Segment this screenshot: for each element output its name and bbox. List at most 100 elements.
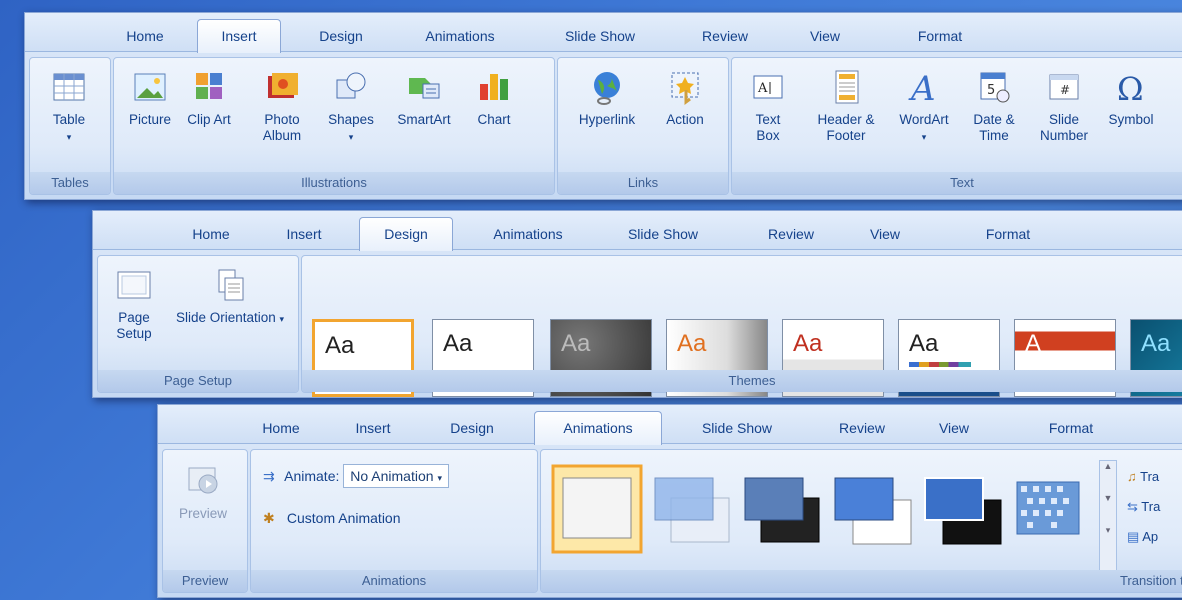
animate-row: ⇉ Animate: No Animation ▾	[263, 464, 449, 488]
group-transition-to-this-slide: ▲ ▼ ▾ ♫ Tra ⇆ Tra ▤ Ap Transition to	[540, 449, 1182, 593]
header-footer-label: Header & Footer	[817, 112, 875, 143]
tab-home[interactable]: Home	[110, 21, 180, 51]
tab-insert[interactable]: Insert	[265, 219, 343, 249]
animate-value: No Animation	[350, 468, 434, 484]
group-preview: Preview Preview	[162, 449, 248, 593]
tab-review[interactable]: Review	[822, 413, 902, 443]
page-setup-button[interactable]: Page Setup	[104, 266, 164, 342]
tab-slide-show[interactable]: Slide Show	[682, 413, 792, 443]
chart-icon	[475, 68, 513, 106]
tab-animations[interactable]: Animations	[534, 411, 662, 445]
transition-fade-smoothly[interactable]	[651, 470, 737, 552]
transition-no-transition[interactable]	[551, 464, 643, 554]
action-button[interactable]: Action	[654, 68, 716, 128]
transition-fade-through-black[interactable]	[741, 470, 827, 552]
svg-text:Ω: Ω	[1117, 70, 1144, 106]
smartart-icon	[405, 68, 443, 106]
group-label-preview: Preview	[163, 570, 247, 592]
picture-button[interactable]: Picture	[120, 68, 180, 128]
tab-insert[interactable]: Insert	[197, 19, 281, 53]
table-icon	[50, 68, 88, 106]
tab-format[interactable]: Format	[1026, 413, 1116, 443]
group-animations: ⇉ Animate: No Animation ▾ ✱ Custom Anima…	[250, 449, 538, 593]
symbol-button[interactable]: Ω Symbol	[1102, 68, 1160, 128]
photo-album-label: Photo Album	[262, 112, 302, 143]
symbol-label: Symbol	[1108, 112, 1154, 127]
gallery-more-icon[interactable]: ▾	[1100, 525, 1116, 536]
tab-animations[interactable]: Animations	[405, 21, 515, 51]
header-footer-button[interactable]: Header & Footer	[808, 68, 884, 144]
svg-text:5: 5	[987, 83, 995, 98]
tab-view[interactable]: View	[795, 21, 855, 51]
photo-album-icon	[263, 68, 301, 106]
group-page-setup: Page Setup Slide Orientation ▾ Page Setu…	[97, 255, 299, 393]
tab-format[interactable]: Format	[895, 21, 985, 51]
group-label-text: Text	[732, 172, 1182, 194]
gallery-scrollbar[interactable]: ▲ ▼ ▾	[1099, 460, 1117, 572]
tab-home[interactable]: Home	[246, 413, 316, 443]
textbox-button[interactable]: A Text Box	[744, 68, 792, 144]
tab-design[interactable]: Design	[305, 21, 377, 51]
scroll-down-icon[interactable]: ▼	[1100, 493, 1116, 503]
transition-cut-through-black[interactable]	[921, 470, 1007, 552]
slide-orientation-button[interactable]: Slide Orientation ▾	[172, 266, 288, 327]
theme-sample-text: Aa	[677, 330, 707, 357]
wordart-icon: A	[905, 68, 943, 109]
tab-slide-show[interactable]: Slide Show	[608, 219, 718, 249]
group-label-transition: Transition to	[541, 570, 1182, 592]
animate-dropdown[interactable]: No Animation ▾	[343, 464, 449, 488]
wordart-button[interactable]: A WordArt ▾	[892, 68, 956, 145]
photo-album-button[interactable]: Photo Album	[252, 68, 312, 144]
group-label-themes: Themes	[302, 370, 1182, 392]
tab-slide-show[interactable]: Slide Show	[545, 21, 655, 51]
chevron-down-icon: ▾	[437, 473, 442, 483]
tab-insert[interactable]: Insert	[338, 413, 408, 443]
speed-icon: ⇆	[1127, 499, 1138, 514]
group-label-page-setup: Page Setup	[98, 370, 298, 392]
transition-cut[interactable]	[831, 470, 917, 552]
transition-dissolve[interactable]	[1015, 474, 1085, 544]
table-button[interactable]: Table ▾	[38, 68, 100, 145]
preview-label: Preview	[178, 506, 227, 521]
transition-sound-item[interactable]: ♫ Tra	[1127, 462, 1160, 492]
page-setup-label: Page Setup	[116, 310, 152, 341]
svg-text:A: A	[908, 69, 936, 106]
tab-view[interactable]: View	[855, 219, 915, 249]
omega-icon: Ω	[1112, 68, 1150, 108]
tab-format[interactable]: Format	[963, 219, 1053, 249]
transition-options-list: ♫ Tra ⇆ Tra ▤ Ap	[1127, 462, 1160, 552]
picture-icon	[131, 68, 169, 106]
preview-button[interactable]: Preview	[171, 462, 235, 522]
transition-speed-item[interactable]: ⇆ Tra	[1127, 492, 1160, 522]
hyperlink-button[interactable]: Hyperlink	[566, 68, 648, 128]
tab-view[interactable]: View	[924, 413, 984, 443]
custom-animation-button[interactable]: ✱ Custom Animation	[263, 510, 401, 527]
tab-animations[interactable]: Animations	[473, 219, 583, 249]
textbox-label: Text Box	[755, 112, 781, 143]
apply-to-all-item[interactable]: ▤ Ap	[1127, 522, 1160, 552]
tab-review[interactable]: Review	[751, 219, 831, 249]
ribbon-tab-bar: Home Insert Design Animations Slide Show…	[25, 13, 1182, 53]
chart-button[interactable]: Chart	[466, 68, 522, 128]
tab-review[interactable]: Review	[685, 21, 765, 51]
clipart-button[interactable]: Clip Art	[184, 68, 234, 128]
theme-sample-text: Aa	[793, 330, 823, 357]
custom-animation-label: Custom Animation	[286, 510, 401, 526]
animate-icon: ⇉	[263, 468, 275, 484]
scroll-up-icon[interactable]: ▲	[1100, 461, 1116, 471]
smartart-button[interactable]: SmartArt	[386, 68, 462, 128]
shapes-button[interactable]: Shapes ▾	[322, 68, 380, 145]
date-time-button[interactable]: 5 Date & Time	[964, 68, 1024, 144]
tab-home[interactable]: Home	[176, 219, 246, 249]
transition-speed-label: Tra	[1141, 499, 1161, 514]
slide-number-button[interactable]: # Slide Number	[1032, 68, 1096, 144]
apply-all-icon: ▤	[1127, 529, 1140, 544]
tab-design[interactable]: Design	[359, 217, 453, 251]
group-illustrations: Picture Clip Art Photo Album Shapes ▾ Sma…	[113, 57, 555, 195]
tab-design[interactable]: Design	[436, 413, 508, 443]
theme-sample-text: Aa	[325, 332, 355, 359]
apply-to-all-label: Ap	[1142, 529, 1159, 544]
svg-text:#: #	[1060, 83, 1070, 97]
theme-sample-text: Aa	[561, 330, 591, 357]
action-icon	[666, 68, 704, 106]
